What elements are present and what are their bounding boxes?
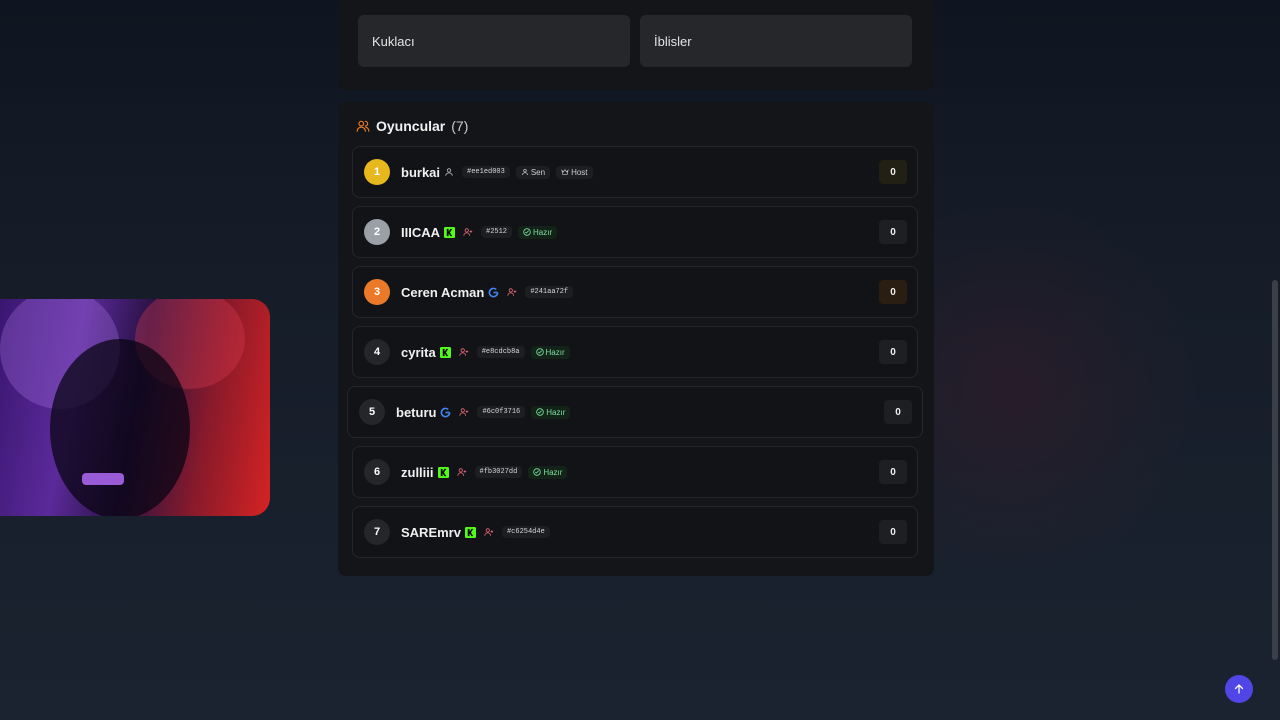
player-score: 0 [879, 340, 907, 364]
player-id-tag: #e8cdcb8a [476, 346, 525, 358]
player-name: Ceren Acman [401, 284, 485, 300]
ready-label: Hazır [543, 467, 563, 477]
kick-logo-icon [437, 466, 449, 478]
roles-panel: Kuklacı İblisler [338, 0, 934, 90]
player-row[interactable]: 1 burkai #ee1ed003 Sen Host 0 [352, 146, 918, 198]
rank-badge: 7 [364, 519, 390, 545]
player-row-hovered[interactable]: 5 beturu #6c0f3716 Hazır 0 [347, 386, 923, 438]
host-badge: Host [556, 165, 593, 179]
ready-label: Hazır [546, 407, 566, 417]
rank-badge: 6 [364, 459, 390, 485]
google-logo-icon [440, 407, 451, 418]
kick-logo-icon [444, 226, 455, 238]
players-header: Oyuncular (7) [352, 118, 468, 134]
player-score: 0 [879, 160, 907, 184]
ready-badge: Hazır [528, 465, 568, 479]
user-icon [521, 169, 528, 176]
player-name: cyrita [401, 344, 436, 360]
check-circle-icon [535, 348, 544, 356]
player-row[interactable]: 7 SAREmrv #c6254d4e 0 [352, 506, 918, 558]
scroll-to-top-button[interactable] [1225, 675, 1253, 703]
check-circle-icon [533, 468, 542, 476]
webcam-overlay [0, 299, 270, 516]
check-circle-icon [523, 228, 531, 236]
rank-badge: 3 [364, 279, 390, 305]
role-label: İblisler [654, 33, 692, 49]
players-panel: Oyuncular (7) 1 burkai #ee1ed003 Sen Hos… [338, 102, 934, 576]
user-add-icon[interactable] [456, 467, 467, 477]
role-label: Kuklacı [372, 33, 415, 49]
rank-badge: 1 [364, 159, 390, 185]
user-add-icon[interactable] [459, 347, 469, 357]
player-score: 0 [879, 220, 907, 244]
player-name: SAREmrv [401, 524, 461, 540]
rank-badge: 2 [364, 219, 390, 245]
role-card-kuklaci[interactable]: Kuklacı [358, 15, 630, 67]
player-name: beturu [396, 404, 437, 420]
host-badge-label: Host [571, 167, 588, 177]
rank-badge: 5 [359, 399, 385, 425]
users-icon [356, 119, 370, 133]
google-logo-icon [488, 287, 499, 298]
player-id-tag: #2512 [481, 226, 513, 238]
arrow-up-icon [1234, 684, 1244, 694]
players-count: (7) [451, 118, 469, 134]
ready-badge: Hazır [531, 405, 571, 419]
player-score: 0 [879, 520, 907, 544]
kick-logo-icon [464, 526, 476, 538]
page-scrollbar[interactable] [1272, 280, 1278, 660]
role-card-iblisler[interactable]: İblisler [640, 15, 912, 67]
player-row[interactable]: 3 Ceren Acman #241aa72f 0 [352, 266, 918, 318]
ready-badge: Hazır [530, 345, 570, 359]
ready-badge: Hazır [518, 225, 558, 239]
user-add-icon[interactable] [507, 287, 517, 297]
player-name: IIICAA [401, 224, 440, 240]
player-id-tag: #c6254d4e [501, 526, 550, 538]
player-row[interactable]: 4 cyrita #e8cdcb8a Hazır 0 [352, 326, 918, 378]
ready-label: Hazır [545, 347, 565, 357]
player-id-tag: #fb3027dd [474, 466, 523, 478]
user-add-icon[interactable] [463, 227, 473, 237]
player-score: 0 [879, 280, 907, 304]
player-id-tag: #ee1ed003 [462, 166, 510, 178]
player-row[interactable]: 2 IIICAA #2512 Hazır 0 [352, 206, 918, 258]
kick-logo-icon [439, 346, 451, 358]
rank-badge: 4 [364, 339, 390, 365]
player-name: burkai [401, 164, 441, 180]
user-add-icon[interactable] [459, 407, 469, 417]
check-circle-icon [536, 408, 545, 416]
player-score: 0 [884, 400, 912, 424]
webcam-feed [0, 299, 245, 516]
player-id-tag: #6c0f3716 [477, 406, 526, 418]
self-badge-label: Sen [530, 167, 546, 177]
players-title: Oyuncular [376, 118, 446, 134]
user-icon [444, 167, 454, 177]
user-add-icon[interactable] [484, 527, 494, 537]
player-name: zulliii [401, 464, 434, 480]
player-id-tag: #241aa72f [525, 286, 574, 298]
ready-label: Hazır [533, 227, 553, 237]
player-score: 0 [879, 460, 907, 484]
self-badge: Sen [515, 165, 551, 179]
player-row[interactable]: 6 zulliii #fb3027dd Hazır 0 [352, 446, 918, 498]
crown-icon [561, 169, 569, 175]
